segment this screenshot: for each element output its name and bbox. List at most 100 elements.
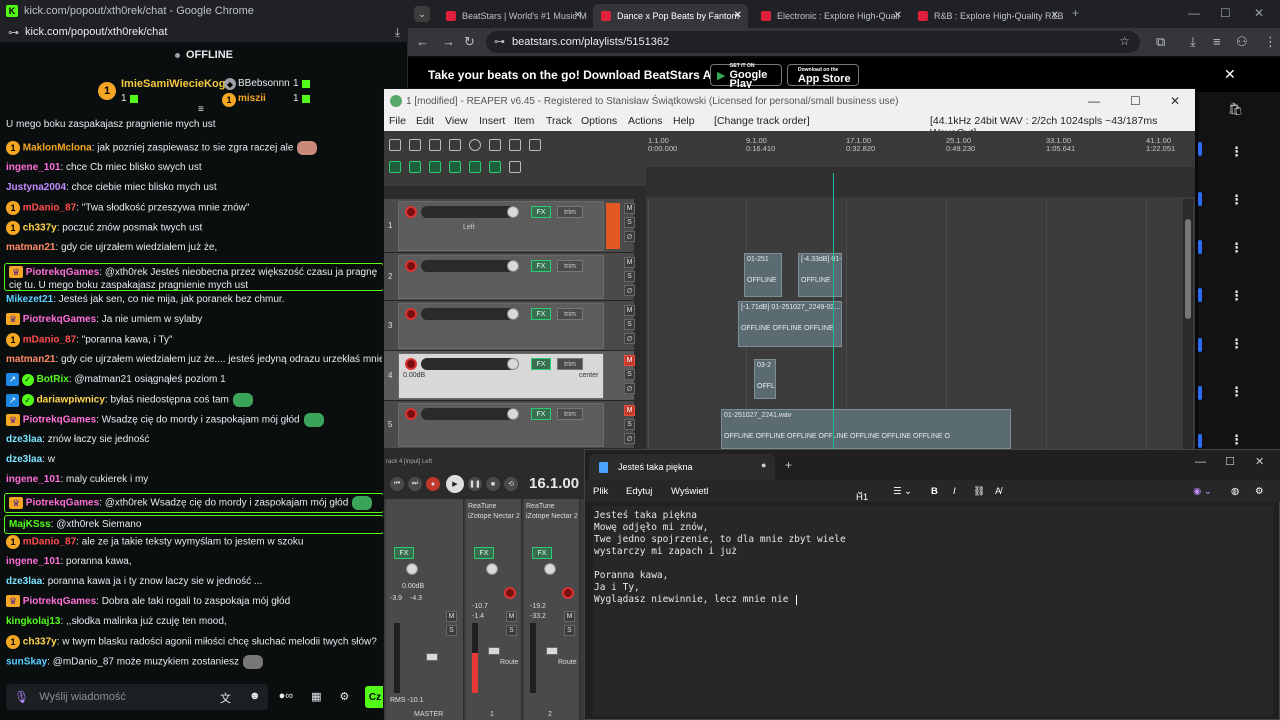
solo-button[interactable]: S [624, 369, 635, 380]
more-options-icon[interactable]: ⋮ [1230, 336, 1243, 352]
top-gifter-3-name[interactable]: miszii [238, 93, 266, 104]
scrollbar-thumb[interactable] [1185, 219, 1191, 319]
chat-username[interactable]: ingene_101 [6, 474, 60, 485]
automation-trim-button[interactable]: trim [557, 408, 583, 420]
bookmark-star-icon[interactable]: ☆ [1119, 34, 1130, 48]
chat-username[interactable]: BotRix [37, 374, 69, 385]
list-format-icon[interactable]: ☰ ⌄ [893, 486, 912, 497]
close-icon[interactable]: ✕ [1254, 6, 1264, 20]
forward-icon[interactable]: → [442, 34, 455, 49]
notepad-tab[interactable]: Jesteś taka piękna ● [589, 454, 775, 480]
pan-label[interactable]: center [579, 372, 598, 379]
fx-slot[interactable]: iZotope Nectar 2 [468, 513, 520, 520]
microphone-icon[interactable]: 🎙 [14, 690, 29, 704]
download-icon[interactable]: ⤓ [395, 25, 400, 40]
loop-icon[interactable] [489, 161, 501, 173]
chat-message[interactable]: sunSkay: @mDanio_87 może muzykiem zostan… [6, 655, 382, 669]
chat-message[interactable]: ♛ PiotrekqGames: @xth0rek Wsadzę cię do … [4, 493, 384, 513]
record-arm-icon[interactable] [405, 408, 417, 420]
volume-knob[interactable] [507, 260, 519, 272]
chat-username[interactable]: mDanio_87 [23, 537, 76, 548]
media-item[interactable]: 03-2 OFFL [754, 359, 776, 399]
chat-message[interactable]: ingene_101: poranna kawa, [6, 555, 382, 568]
chat-message[interactable]: 1 mDanio_87: "Twa słodkość przeszywa mni… [6, 201, 382, 215]
more-options-icon[interactable]: ⋮ [1230, 384, 1243, 400]
more-options-icon[interactable]: ⋮ [1230, 144, 1243, 160]
ripple-icon[interactable] [389, 161, 401, 173]
solo-button[interactable]: S [564, 625, 575, 636]
chat-username[interactable]: dze3laa [6, 434, 42, 445]
track-name-field[interactable] [421, 408, 517, 420]
chat-message[interactable]: dze3laa: w [6, 453, 382, 466]
download-icon[interactable]: ⤓ [1190, 34, 1196, 50]
reload-icon[interactable]: ↻ [464, 34, 475, 50]
bold-icon[interactable]: B [931, 486, 938, 497]
redo-icon[interactable] [509, 139, 521, 151]
chat-username[interactable]: Justyna2004 [6, 182, 66, 193]
chat-message[interactable]: 1 mDanio_87: "poranna kawa, i Ty" [6, 333, 382, 347]
chat-message[interactable]: dze3laa: poranna kawa ja i ty znow laczy… [6, 575, 382, 588]
undo-icon[interactable] [489, 139, 501, 151]
fx-slot[interactable]: ReaTune [468, 503, 497, 510]
settings-icon[interactable]: ⚙ [339, 690, 349, 706]
route-button[interactable]: Route [500, 659, 519, 666]
back-icon[interactable]: ← [416, 34, 429, 49]
play-icon[interactable]: ▶ [446, 475, 464, 493]
timeline-ruler[interactable] [646, 131, 1195, 199]
clear-format-icon[interactable]: A̸ [995, 486, 1001, 497]
chat-username[interactable]: Mikezet21 [6, 294, 53, 305]
minimize-icon[interactable]: — [1088, 94, 1100, 108]
fx-button[interactable]: FX [394, 547, 414, 559]
menu-view[interactable]: View [445, 115, 468, 127]
address-bar[interactable]: ⊶ beatstars.com/playlists/5151362 ☆ [486, 31, 1140, 53]
metronome-icon[interactable] [529, 139, 541, 151]
record-arm-icon[interactable] [405, 206, 417, 218]
media-item[interactable]: 01-251027_2241.wav OFFLINE OFFLINE OFFLIN… [721, 409, 1011, 449]
chat-message[interactable]: Mikezet21: Jesteś jak sen, co nie mija, … [6, 293, 382, 306]
unsaved-dot-icon[interactable]: ● [761, 460, 766, 470]
chat-message[interactable]: dze3laa: znów łaczy sie jedność [6, 433, 382, 446]
open-project-icon[interactable] [409, 139, 421, 151]
chat-message[interactable]: 1 MaklonMclona: jak pozniej zaspiewasz t… [6, 141, 382, 155]
pan-knob[interactable] [406, 563, 418, 575]
solo-button[interactable]: S [506, 625, 517, 636]
minimize-icon[interactable]: — [1195, 456, 1206, 468]
pan-knob[interactable] [544, 563, 556, 575]
chat-message[interactable]: U mego boku zaspakajasz pragnienie mych … [6, 118, 382, 131]
tab-rnb[interactable]: R&B : Explore High-Quality R&B ✕ [910, 4, 1065, 28]
store-icon[interactable]: ▦ [311, 690, 321, 706]
go-to-end-icon[interactable]: ⏭ [408, 477, 422, 491]
more-options-icon[interactable]: ⋮ [1230, 432, 1243, 448]
chat-message[interactable]: matman21: gdy cie ujrzałem wiedziałem ju… [6, 353, 382, 366]
chat-message[interactable]: ↗ ✓ BotRix: @matman21 osiągnąłeś poziom … [6, 373, 382, 386]
chat-username[interactable]: matman21 [6, 242, 55, 253]
fx-slot[interactable]: ReaTune [526, 503, 555, 510]
chat-send-button[interactable]: Cz [365, 686, 385, 708]
solo-button[interactable]: S [446, 625, 457, 636]
cart-icon[interactable]: 🛍 [1228, 102, 1243, 116]
track-control-panel[interactable]: 5 FX trim M S ∅ [384, 401, 635, 449]
channel-strip[interactable]: ReaTune iZotope Nectar 2 FX -19.2 -33.2 M S Rou… [524, 499, 580, 720]
record-icon[interactable]: ● [426, 477, 440, 491]
media-item[interactable]: [-1.71dB] 01-251027_2249-02... OFFLINE OF… [738, 301, 842, 347]
menu-insert[interactable]: Insert [479, 115, 505, 127]
google-play-button[interactable]: ▶ GET IT ON Google Play [710, 63, 782, 89]
mute-button[interactable]: M [624, 405, 635, 416]
volume-knob[interactable] [507, 206, 519, 218]
record-arm-icon[interactable] [405, 358, 417, 370]
emoji-icon[interactable]: ☻ [249, 690, 261, 706]
fx-button[interactable]: FX [532, 547, 552, 559]
minimize-icon[interactable]: — [1188, 6, 1200, 20]
tab-close-icon[interactable]: ✕ [574, 10, 582, 21]
menu-edit[interactable]: Edit [416, 115, 434, 127]
phase-button[interactable]: ∅ [624, 285, 635, 296]
tab-search-icon[interactable]: ⌄ [414, 6, 430, 22]
notepad-text-area[interactable]: Jesteś taka piękna Mowę odjęło mi znów, Tw… [593, 506, 1273, 716]
chat-username[interactable]: MaklonMclona [23, 143, 92, 154]
phase-button[interactable]: ∅ [624, 231, 635, 242]
playhead-cursor[interactable] [833, 173, 834, 449]
volume-fader[interactable] [546, 647, 558, 655]
volume-knob[interactable] [507, 408, 519, 420]
menu-change-track-order[interactable]: [Change track order] [714, 115, 810, 127]
solo-button[interactable]: S [624, 217, 635, 228]
